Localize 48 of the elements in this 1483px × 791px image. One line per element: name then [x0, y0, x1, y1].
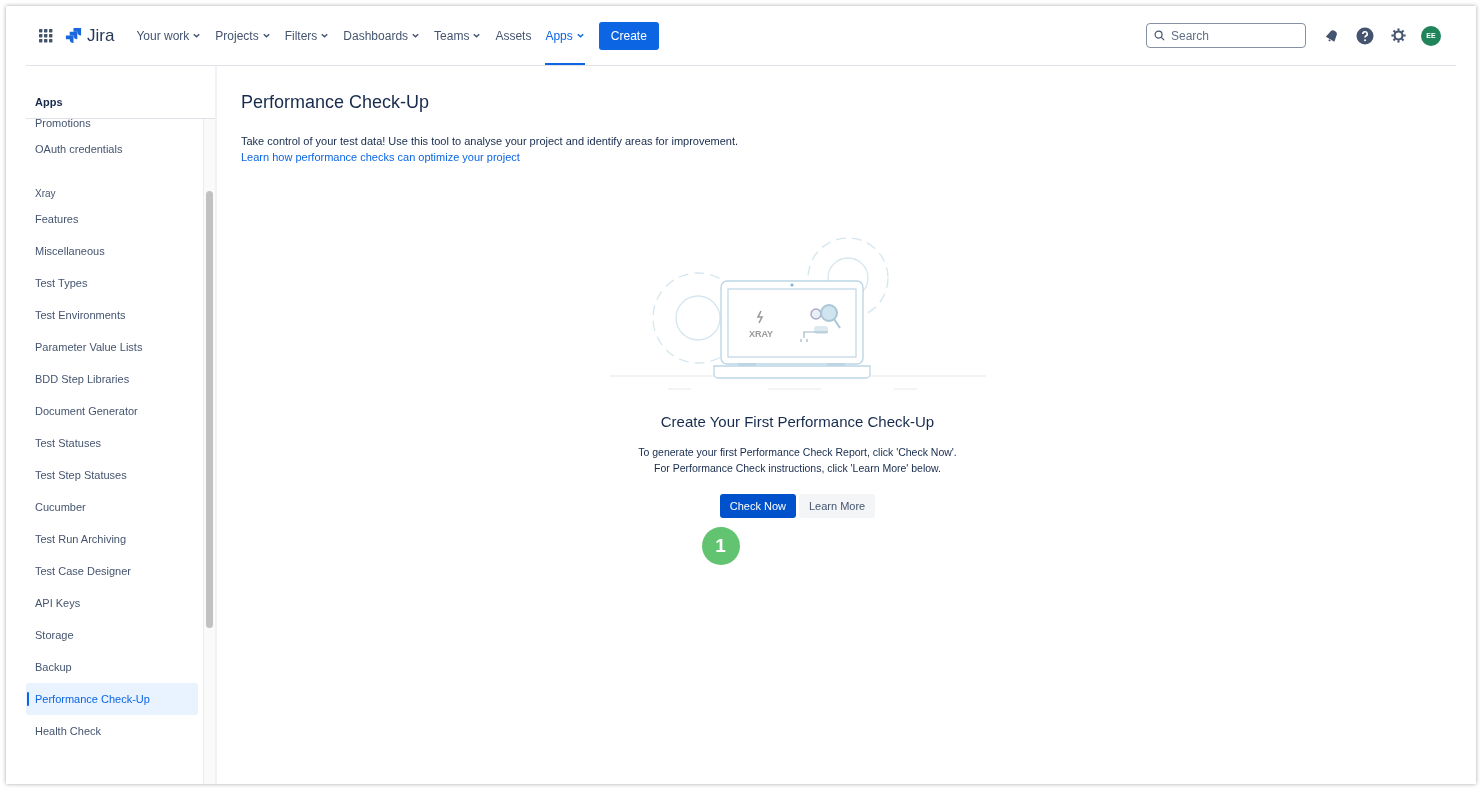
- page-title: Performance Check-Up: [241, 92, 431, 113]
- sidebar-item[interactable]: Promotions: [26, 119, 198, 133]
- intro-text: Take control of your test data! Use this tool to analyse your project and identify areas for improvement. Learn how performance checks can optimize your project: [241, 134, 740, 165]
- sidebar-item[interactable]: API Keys: [26, 587, 198, 619]
- sidebar-item[interactable]: Test Step Statuses: [26, 459, 198, 491]
- sidebar-item[interactable]: Storage: [26, 619, 198, 651]
- sidebar-item[interactable]: Parameter Value Lists: [26, 331, 198, 363]
- nav-item[interactable]: Apps: [545, 6, 585, 65]
- sidebar-item[interactable]: Document Generator: [26, 395, 198, 427]
- sidebar-item[interactable]: OAuth credentials: [26, 133, 198, 165]
- nav-item[interactable]: Projects: [215, 6, 271, 65]
- search-field[interactable]: Search: [1146, 23, 1306, 48]
- empty-state-text: For Performance Check instructions, click 'Learn More' below.: [653, 461, 941, 476]
- illustration-label: XRAY: [748, 329, 773, 339]
- product-name[interactable]: Jira: [87, 25, 115, 46]
- nav-item[interactable]: Your work: [136, 6, 202, 65]
- sidebar-item[interactable]: Performance Check-Up: [26, 683, 198, 715]
- empty-state-text: To generate your first Performance Check Report, click 'Check Now'.: [638, 445, 957, 460]
- sidebar-item[interactable]: Test Environments: [26, 299, 198, 331]
- scrollbar[interactable]: [203, 119, 215, 784]
- check-now-button[interactable]: Check Now: [719, 494, 796, 518]
- sidebar-item[interactable]: Features: [26, 203, 198, 235]
- step-marker: 1: [701, 527, 740, 565]
- sidebar-item[interactable]: Health Check: [26, 715, 198, 747]
- search-icon: [1154, 30, 1165, 41]
- learn-how-link[interactable]: Learn how performance checks can optimize your project: [241, 151, 520, 163]
- nav-item[interactable]: Dashboards: [343, 6, 421, 65]
- create-button[interactable]: Create: [598, 21, 659, 50]
- sidebar-item[interactable]: Test Case Designer: [26, 555, 198, 587]
- nav-item[interactable]: Teams: [434, 6, 482, 65]
- nav-item[interactable]: Assets: [495, 6, 532, 65]
- app-switcher-icon[interactable]: [39, 28, 53, 43]
- settings-icon[interactable]: [1390, 27, 1407, 44]
- sidebar-item[interactable]: Miscellaneous: [26, 235, 198, 267]
- sidebar-item[interactable]: Test Statuses: [26, 427, 198, 459]
- sidebar-item[interactable]: Backup: [26, 651, 198, 683]
- nav-item[interactable]: Filters: [284, 6, 330, 65]
- help-icon[interactable]: [1356, 26, 1374, 45]
- learn-more-button[interactable]: Learn More: [799, 494, 876, 518]
- empty-state-title: Create Your First Performance Check-Up: [660, 413, 935, 430]
- section-heading: Xray: [34, 187, 57, 201]
- sidebar-heading: Apps: [34, 95, 64, 110]
- notification-bell-icon[interactable]: [1324, 27, 1340, 44]
- sidebar-item[interactable]: Test Run Archiving: [26, 523, 198, 555]
- sidebar-item[interactable]: Test Types: [26, 267, 198, 299]
- logo-icon: [64, 26, 83, 45]
- sidebar-item[interactable]: BDD Step Libraries: [26, 363, 198, 395]
- sidebar-item[interactable]: Cucumber: [26, 491, 198, 523]
